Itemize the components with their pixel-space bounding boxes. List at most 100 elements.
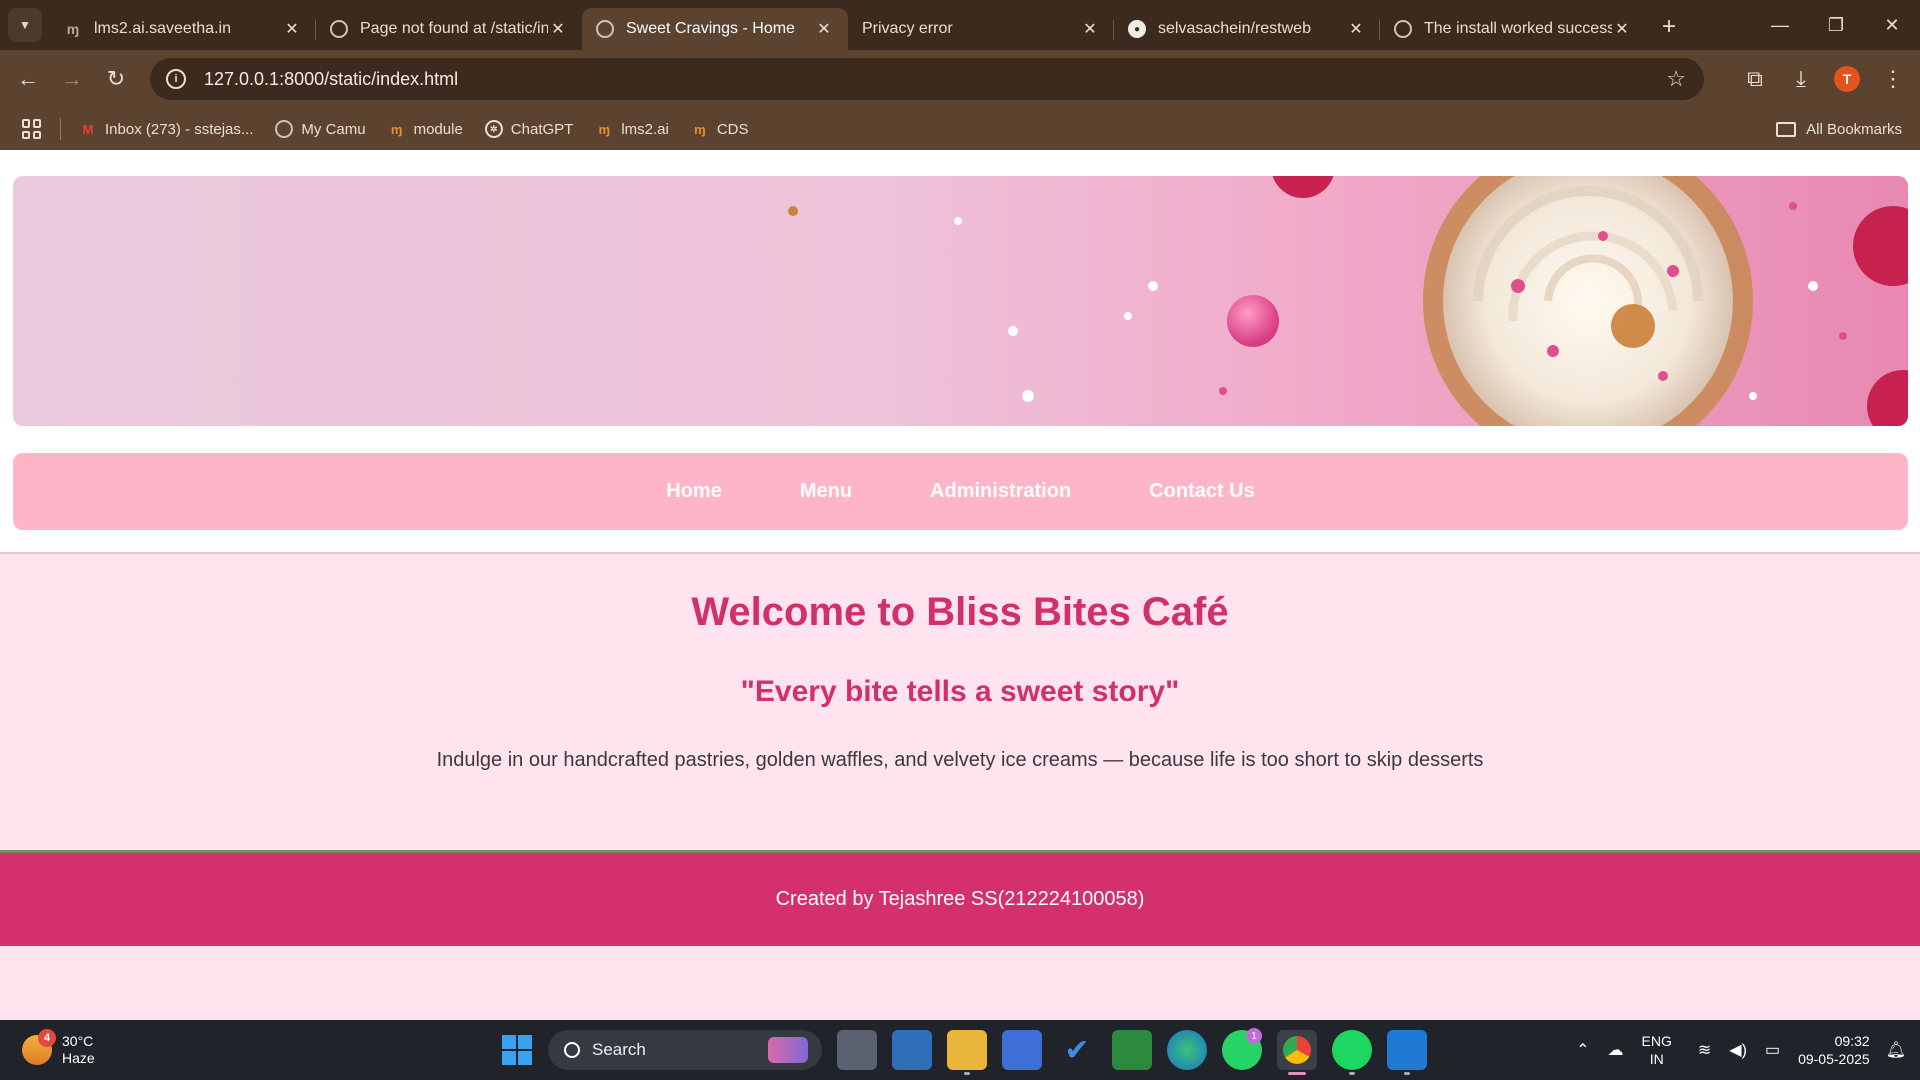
globe-icon: [330, 20, 348, 38]
tab[interactable]: The install worked successfu ✕: [1380, 8, 1646, 50]
bookmark-lms2[interactable]: ɱ lms2.ai: [595, 120, 669, 138]
browser-toolbar: ← → ↻ i 127.0.0.1:8000/static/index.html…: [0, 50, 1920, 108]
spotify-icon[interactable]: [1332, 1030, 1372, 1075]
tab-active[interactable]: Sweet Cravings - Home ✕: [582, 8, 848, 50]
address-url[interactable]: 127.0.0.1:8000/static/index.html: [204, 69, 458, 90]
bookmark-chatgpt[interactable]: ✲ ChatGPT: [484, 120, 574, 138]
new-tab-button[interactable]: +: [1654, 12, 1684, 42]
tagline: "Every bite tells a sweet story": [740, 675, 1180, 708]
chrome-icon[interactable]: [1277, 1030, 1317, 1075]
close-tab-icon[interactable]: ✕: [1080, 19, 1100, 39]
wifi-icon[interactable]: ≋: [1698, 1040, 1711, 1060]
taskbar-search[interactable]: Search: [548, 1030, 822, 1070]
tab[interactable]: Privacy error ✕: [848, 8, 1114, 50]
hero-banner-image: [13, 176, 1908, 426]
all-bookmarks-button[interactable]: All Bookmarks: [1776, 121, 1902, 138]
close-tab-icon[interactable]: ✕: [548, 19, 568, 39]
close-window-icon[interactable]: ✕: [1864, 0, 1920, 50]
tab[interactable]: ● selvasachein/restweb ✕: [1114, 8, 1380, 50]
intro-text: Indulge in our handcrafted pastries, gol…: [436, 749, 1484, 771]
tabs: ɱ lms2.ai.saveetha.in ✕ Page not found a…: [50, 0, 1646, 50]
download-icon[interactable]: ⤓: [1778, 66, 1824, 92]
whatsapp-icon[interactable]: 1: [1222, 1028, 1262, 1070]
whatsapp-badge: 1: [1246, 1028, 1262, 1044]
bookmark-label: module: [413, 120, 463, 138]
volume-icon[interactable]: ◀): [1729, 1040, 1747, 1060]
reload-icon[interactable]: ↻: [94, 57, 138, 101]
m-logo-icon: ɱ: [66, 21, 80, 37]
address-bar[interactable]: i 127.0.0.1:8000/static/index.html ☆: [150, 58, 1704, 100]
page-title: Welcome to Bliss Bites Café: [691, 590, 1229, 634]
m-logo-icon: ɱ: [694, 121, 706, 137]
nav-link-menu[interactable]: Menu: [800, 480, 852, 503]
welcome-section: Welcome to Bliss Bites Café "Every bite …: [0, 556, 1920, 850]
close-tab-icon[interactable]: ✕: [1346, 19, 1366, 39]
bookmark-my-camu[interactable]: My Camu: [275, 120, 366, 138]
search-icon: [564, 1042, 580, 1058]
tab-search-button[interactable]: ▼: [8, 8, 42, 42]
tab-title: Privacy error: [862, 20, 953, 37]
microsoft-store-icon[interactable]: [1002, 1030, 1042, 1070]
clock[interactable]: 09:32 09-05-2025: [1798, 1032, 1870, 1068]
nav-link-home[interactable]: Home: [666, 480, 722, 503]
bookmark-label: ChatGPT: [510, 120, 574, 138]
tab[interactable]: Page not found at /static/in ✕: [316, 8, 582, 50]
tab[interactable]: ɱ lms2.ai.saveetha.in ✕: [50, 8, 316, 50]
tab-title: selvasachein/restweb: [1158, 20, 1311, 37]
apps-grid-icon[interactable]: [22, 119, 42, 139]
menu-kebab-icon[interactable]: ⋮: [1870, 66, 1916, 92]
minimize-icon[interactable]: —: [1752, 0, 1808, 50]
widgets-icon[interactable]: [892, 1030, 932, 1070]
restore-icon[interactable]: ❐: [1808, 0, 1864, 50]
language-indicator[interactable]: ENG IN: [1642, 1032, 1672, 1068]
notifications-icon[interactable]: 🔔︎: [1886, 1040, 1906, 1060]
nav-link-contact[interactable]: Contact Us: [1149, 480, 1255, 503]
chevron-up-icon[interactable]: ⌃: [1576, 1040, 1589, 1060]
edge-icon[interactable]: [1167, 1030, 1207, 1070]
close-tab-icon[interactable]: ✕: [814, 19, 834, 39]
clock-time: 09:32: [1834, 1033, 1870, 1049]
close-tab-icon[interactable]: ✕: [1612, 19, 1632, 39]
gmail-icon: M: [82, 121, 94, 137]
lang-top: ENG: [1641, 1033, 1672, 1049]
notification-badge: 4: [38, 1029, 56, 1047]
profile-button[interactable]: T: [1824, 66, 1870, 92]
bookmark-cds[interactable]: ɱ CDS: [691, 120, 749, 138]
page-viewport: Home Menu Administration Contact Us Welc…: [0, 150, 1920, 1020]
all-bookmarks-label: All Bookmarks: [1806, 120, 1902, 138]
todo-check-icon[interactable]: ✔: [1057, 1030, 1097, 1070]
tab-title: Page not found at /static/in: [360, 20, 548, 37]
bookmark-label: CDS: [716, 120, 749, 138]
bookmark-inbox[interactable]: M Inbox (273) - sstejas...: [79, 120, 254, 138]
back-icon[interactable]: ←: [6, 57, 50, 101]
bookmark-star-icon[interactable]: ☆: [1666, 66, 1686, 92]
site-info-icon[interactable]: i: [166, 69, 186, 89]
site-footer: Created by Tejashree SS(212224100058): [0, 850, 1920, 946]
battery-icon[interactable]: ▭: [1765, 1040, 1780, 1060]
tab-title: The install worked successfu: [1424, 20, 1612, 37]
system-tray: ⌃ ☁ ENG IN ≋ ◀) ▭ 09:32 09-05-2025 🔔︎: [1576, 1020, 1920, 1080]
taskbar-search-label: Search: [592, 1040, 646, 1059]
m-logo-icon: ɱ: [598, 121, 611, 137]
m-logo-icon: ɱ: [390, 121, 403, 137]
weather-text: 30°C Haze: [62, 1033, 95, 1067]
clock-date: 09-05-2025: [1798, 1051, 1870, 1067]
globe-icon: [1394, 20, 1412, 38]
weather-widget[interactable]: 4 30°C Haze: [22, 1029, 95, 1067]
task-view-icon[interactable]: [837, 1030, 877, 1070]
bookmark-module[interactable]: ɱ module: [388, 120, 463, 138]
vscode-icon[interactable]: [1387, 1030, 1427, 1075]
onedrive-cloud-icon[interactable]: ☁: [1608, 1040, 1624, 1060]
page-header: Home Menu Administration Contact Us: [0, 150, 1920, 554]
windows-start-icon[interactable]: [502, 1035, 532, 1065]
nav-link-administration[interactable]: Administration: [930, 480, 1071, 503]
close-tab-icon[interactable]: ✕: [282, 19, 302, 39]
forward-icon[interactable]: →: [50, 57, 94, 101]
bookmarks-divider: [60, 118, 61, 140]
window-controls: — ❐ ✕: [1752, 0, 1920, 50]
meet-icon[interactable]: [1112, 1030, 1152, 1070]
tab-title: Sweet Cravings - Home: [626, 20, 795, 37]
extensions-icon[interactable]: ⧉: [1732, 66, 1778, 92]
file-explorer-icon[interactable]: [947, 1030, 987, 1075]
bookmark-label: My Camu: [301, 120, 366, 138]
